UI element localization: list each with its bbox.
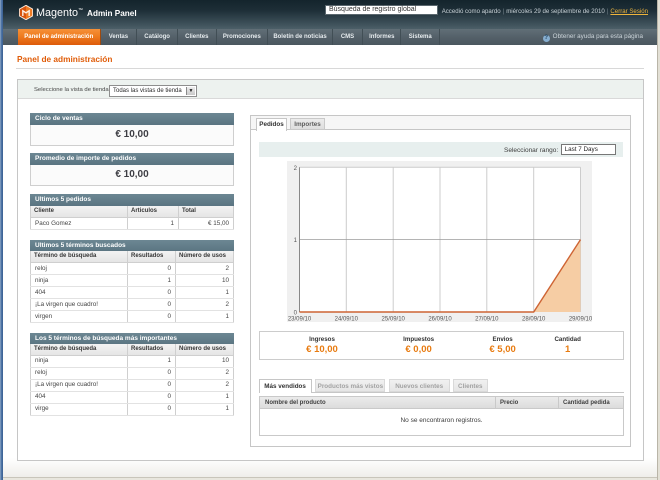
svg-text:29/09/10: 29/09/10 <box>569 317 593 323</box>
svg-text:23/09/10: 23/09/10 <box>288 317 312 323</box>
svg-text:25/09/10: 25/09/10 <box>382 317 406 323</box>
svg-text:27/09/10: 27/09/10 <box>475 317 499 323</box>
svg-text:24/09/10: 24/09/10 <box>335 317 359 323</box>
svg-text:28/09/10: 28/09/10 <box>522 317 546 323</box>
svg-text:26/09/10: 26/09/10 <box>428 317 452 323</box>
